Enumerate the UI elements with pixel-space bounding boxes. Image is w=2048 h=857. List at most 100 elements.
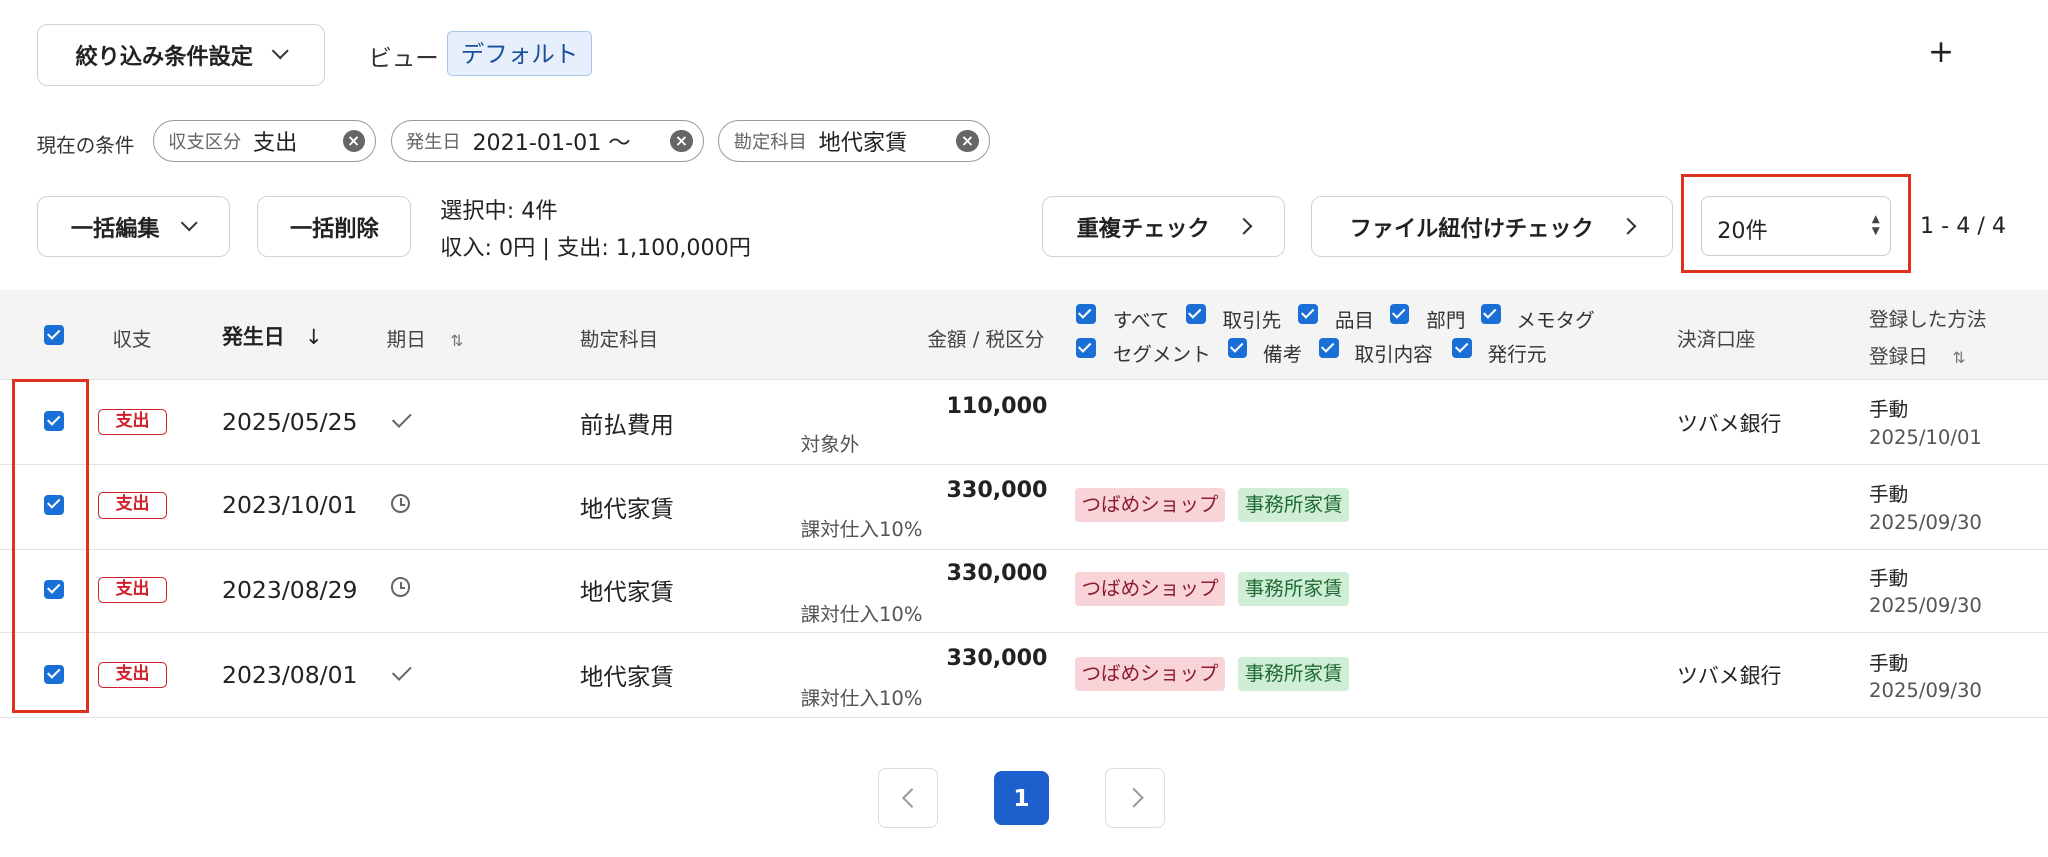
clock-icon xyxy=(390,493,411,514)
header-account: 勘定科目 xyxy=(579,327,659,351)
row-settlement: ツバメ銀行 xyxy=(1677,663,1782,688)
tag-filter-label: 発行元 xyxy=(1487,343,1547,367)
tag-filter-checkbox[interactable] xyxy=(1319,338,1339,358)
chevron-right-icon xyxy=(1619,217,1638,236)
amount-summary: 収入: 0円 | 支出: 1,100,000円 xyxy=(440,234,751,261)
tag-filter-label: 品目 xyxy=(1334,309,1375,333)
table-row[interactable]: 支出 2025/05/25 前払費用 110,000 対象外 ツバメ銀行 手動 … xyxy=(0,380,2048,465)
range-indicator: 1 - 4 / 4 xyxy=(1919,212,2007,239)
row-tax: 対象外 xyxy=(800,433,860,457)
chip-key: 収支区分 xyxy=(168,132,242,154)
row-account: 地代家賃 xyxy=(579,663,674,692)
close-icon[interactable]: × xyxy=(956,129,979,153)
expense-badge: 支出 xyxy=(97,662,168,689)
table-row[interactable]: 支出 2023/08/01 地代家賃 330,000 課対仕入10% つばめショ… xyxy=(0,633,2048,719)
header-method: 登録した方法 xyxy=(1869,308,1987,331)
header-date-label: 発生日 xyxy=(222,325,285,350)
tag-filter-label: セグメント xyxy=(1112,343,1211,367)
duplicate-check-button[interactable]: 重複チェック xyxy=(1042,195,1286,258)
expense-badge: 支出 xyxy=(97,577,168,604)
clock-icon xyxy=(390,577,411,597)
next-page-button[interactable] xyxy=(1104,767,1166,829)
chevron-right-icon xyxy=(1235,217,1254,236)
expense-badge: 支出 xyxy=(97,408,168,435)
chevron-down-icon xyxy=(271,42,289,61)
row-account: 前払費用 xyxy=(579,411,674,440)
view-label: ビュー xyxy=(368,44,439,73)
row-date: 2023/10/01 xyxy=(222,491,358,520)
tag-filter-checkbox[interactable] xyxy=(1452,338,1472,358)
check-icon xyxy=(392,407,412,428)
row-amount: 330,000 xyxy=(946,645,1048,672)
item-tag: 事務所家賃 xyxy=(1238,488,1350,523)
sort-desc-icon[interactable]: ↓ xyxy=(305,325,323,349)
bulk-edit-label: 一括編集 xyxy=(70,215,160,242)
header-registered[interactable]: 登録日 ⇅ xyxy=(1869,340,1965,369)
file-link-check-label: ファイル紐付けチェック xyxy=(1349,215,1594,242)
page-size-highlight xyxy=(1680,173,1911,273)
filter-settings-button[interactable]: 絞り込み条件設定 xyxy=(36,23,326,87)
view-selector[interactable]: デフォルト xyxy=(446,31,593,76)
chip-key: 勘定科目 xyxy=(733,132,807,154)
row-account: 地代家賃 xyxy=(579,494,674,523)
bulk-delete-label: 一括削除 xyxy=(289,215,379,242)
table-row[interactable]: 支出 2023/10/01 地代家賃 330,000 課対仕入10% つばめショ… xyxy=(0,465,2048,550)
header-due-label: 期日 xyxy=(386,327,426,351)
table-row[interactable]: 支出 2023/08/29 地代家賃 330,000 課対仕入10% つばめショ… xyxy=(0,549,2048,634)
row-amount: 330,000 xyxy=(946,476,1048,503)
bulk-edit-button[interactable]: 一括編集 xyxy=(36,195,230,258)
sort-toggle-icon[interactable]: ⇅ xyxy=(450,331,463,350)
row-registered: 2025/09/30 xyxy=(1869,679,1982,703)
tag-filter-checkbox[interactable] xyxy=(1481,304,1501,324)
sort-toggle-icon[interactable]: ⇅ xyxy=(1952,348,1965,367)
file-link-check-button[interactable]: ファイル紐付けチェック xyxy=(1311,195,1674,258)
duplicate-check-label: 重複チェック xyxy=(1076,215,1210,242)
tag-filter-checkbox[interactable] xyxy=(1076,338,1096,358)
row-checkbox-highlight xyxy=(11,378,89,714)
row-registered: 2025/10/01 xyxy=(1869,425,1982,449)
chevron-down-icon xyxy=(180,214,199,233)
tag-filter-label: メモタグ xyxy=(1516,309,1595,333)
header-due[interactable]: 期日 ⇅ xyxy=(387,323,464,352)
header-settlement: 決済口座 xyxy=(1677,327,1756,351)
tag-filter-label: 取引先 xyxy=(1222,309,1282,333)
row-settlement: ツバメ銀行 xyxy=(1677,411,1782,436)
close-icon[interactable]: × xyxy=(670,129,693,153)
tag-filter-checkbox[interactable] xyxy=(1227,338,1248,358)
add-view-button[interactable]: + xyxy=(1928,34,1954,70)
tag-filter-checkbox[interactable] xyxy=(1185,304,1206,324)
partner-tag: つばめショップ xyxy=(1074,488,1226,523)
header-type: 収支 xyxy=(112,327,152,351)
chip-value: 地代家賃 xyxy=(818,130,908,157)
partner-tag: つばめショップ xyxy=(1074,572,1226,607)
tag-filter-checkbox[interactable] xyxy=(1389,304,1410,324)
row-method: 手動 xyxy=(1869,566,1909,590)
row-date: 2025/05/25 xyxy=(222,407,358,436)
tag-filter-label: 取引内容 xyxy=(1354,343,1433,367)
selected-count: 選択中: 4件 xyxy=(440,198,558,225)
tag-filter-label: すべて xyxy=(1112,309,1170,333)
chevron-right-icon xyxy=(1124,788,1144,808)
bulk-delete-button[interactable]: 一括削除 xyxy=(257,195,412,258)
row-registered: 2025/09/30 xyxy=(1869,594,1982,618)
row-date: 2023/08/29 xyxy=(222,575,358,604)
row-amount: 110,000 xyxy=(946,393,1048,420)
close-icon[interactable]: × xyxy=(342,129,365,153)
row-method: 手動 xyxy=(1869,483,1909,507)
tag-filter-checkbox[interactable] xyxy=(1076,304,1096,324)
chip-value: 2021-01-01 〜 xyxy=(472,130,631,157)
header-registered-label: 登録日 xyxy=(1869,344,1928,368)
header-date[interactable]: 発生日 ↓ xyxy=(222,321,322,351)
chip-key: 発生日 xyxy=(405,132,461,154)
item-tag: 事務所家賃 xyxy=(1238,656,1350,691)
row-tax: 課対仕入10% xyxy=(800,686,923,710)
tag-filter-checkbox[interactable] xyxy=(1298,304,1318,324)
row-amount: 330,000 xyxy=(946,560,1048,587)
chip-value: 支出 xyxy=(253,130,298,157)
select-all-checkbox[interactable] xyxy=(44,325,64,345)
tag-filter-label: 部門 xyxy=(1426,309,1466,333)
page-1-button[interactable]: 1 xyxy=(993,770,1049,826)
filter-settings-label: 絞り込み条件設定 xyxy=(75,43,253,70)
prev-page-button[interactable] xyxy=(877,767,938,829)
row-date: 2023/08/01 xyxy=(222,660,358,689)
